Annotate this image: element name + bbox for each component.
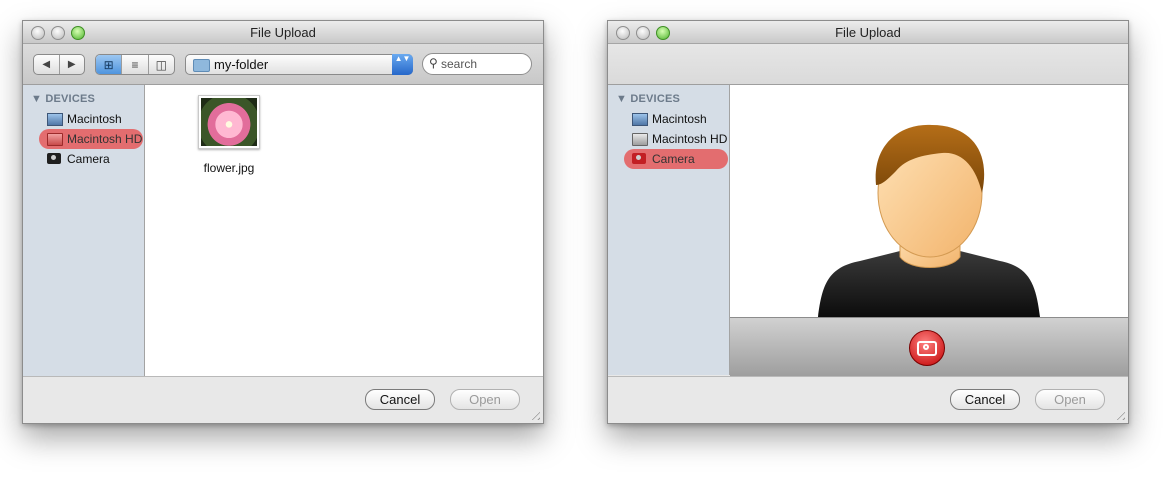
open-button[interactable]: Open	[450, 389, 520, 410]
button-bar: Cancel Open	[608, 376, 1128, 423]
window-title: File Upload	[250, 25, 316, 40]
camera-icon	[47, 153, 61, 164]
search-placeholder: search	[441, 57, 478, 71]
sidebar-item-label: Macintosh HD	[652, 132, 728, 146]
file-name: flower.jpg	[203, 161, 255, 175]
file-item[interactable]: flower.jpg	[197, 95, 261, 175]
folder-icon	[193, 59, 210, 72]
file-browser-area: flower.jpg	[145, 85, 543, 376]
sidebar-item-camera[interactable]: Camera	[39, 149, 143, 169]
computer-icon	[47, 113, 63, 126]
toolbar: ◀ ▶ ⊞ ≡ ◫ my-folder ▲▼ ⚲ search	[23, 44, 543, 85]
column-view-icon[interactable]: ◫	[149, 55, 174, 74]
sidebar: ▼ DEVICES Macintosh Macintosh HD Camera	[608, 85, 730, 375]
resize-grip-icon[interactable]	[1113, 408, 1125, 420]
computer-icon	[632, 113, 648, 126]
title-bar: File Upload	[23, 21, 543, 44]
popup-arrows-icon: ▲▼	[392, 54, 413, 75]
list-view-icon[interactable]: ≡	[122, 55, 149, 74]
open-button[interactable]: Open	[1035, 389, 1105, 410]
folder-popup[interactable]: my-folder ▲▼	[185, 54, 413, 75]
forward-arrow-icon[interactable]: ▶	[60, 55, 85, 74]
take-photo-button[interactable]	[909, 330, 945, 366]
hard-drive-icon	[47, 133, 63, 146]
devices-header[interactable]: ▼ DEVICES	[616, 93, 680, 105]
cancel-button[interactable]: Cancel	[365, 389, 435, 410]
view-mode-control: ⊞ ≡ ◫	[95, 54, 175, 75]
back-forward-control: ◀ ▶	[33, 54, 85, 75]
toolbar	[608, 44, 1128, 85]
person-silhouette-icon	[818, 124, 1040, 317]
camera-preview	[730, 85, 1128, 317]
devices-header[interactable]: ▼ DEVICES	[31, 93, 95, 105]
sidebar-item-label: Macintosh	[67, 112, 122, 126]
sidebar-item-label: Macintosh HD	[67, 132, 143, 146]
file-upload-dialog-browser: File Upload ◀ ▶ ⊞ ≡ ◫ my-folder ▲▼ ⚲ sea…	[22, 20, 544, 424]
sidebar-item-camera[interactable]: Camera	[624, 149, 728, 169]
sidebar-item-label: Camera	[652, 152, 695, 166]
sidebar-item-macintosh[interactable]: Macintosh	[39, 109, 143, 129]
sidebar-item-macintosh-hd[interactable]: Macintosh HD	[624, 129, 728, 149]
sidebar: ▼ DEVICES Macintosh Macintosh HD Camera	[23, 85, 145, 376]
sidebar-item-label: Macintosh	[652, 112, 707, 126]
camera-icon	[632, 153, 646, 164]
sidebar-item-macintosh-hd[interactable]: Macintosh HD	[39, 129, 143, 149]
folder-popup-label: my-folder	[214, 57, 269, 72]
hard-drive-icon	[632, 133, 648, 146]
window-title: File Upload	[835, 25, 901, 40]
sidebar-item-label: Camera	[67, 152, 110, 166]
search-field[interactable]: ⚲ search	[422, 53, 532, 75]
cancel-button[interactable]: Cancel	[950, 389, 1020, 410]
button-bar: Cancel Open	[23, 376, 543, 423]
camera-control-bar	[730, 317, 1128, 376]
file-upload-dialog-camera: File Upload ▼ DEVICES Macintosh Macintos…	[607, 20, 1129, 424]
back-arrow-icon[interactable]: ◀	[34, 55, 60, 74]
search-icon: ⚲	[429, 56, 438, 70]
resize-grip-icon[interactable]	[528, 408, 540, 420]
camera-icon	[917, 340, 937, 356]
image-thumbnail	[198, 95, 260, 149]
icon-view-icon[interactable]: ⊞	[96, 55, 123, 74]
sidebar-item-macintosh[interactable]: Macintosh	[624, 109, 728, 129]
title-bar: File Upload	[608, 21, 1128, 44]
